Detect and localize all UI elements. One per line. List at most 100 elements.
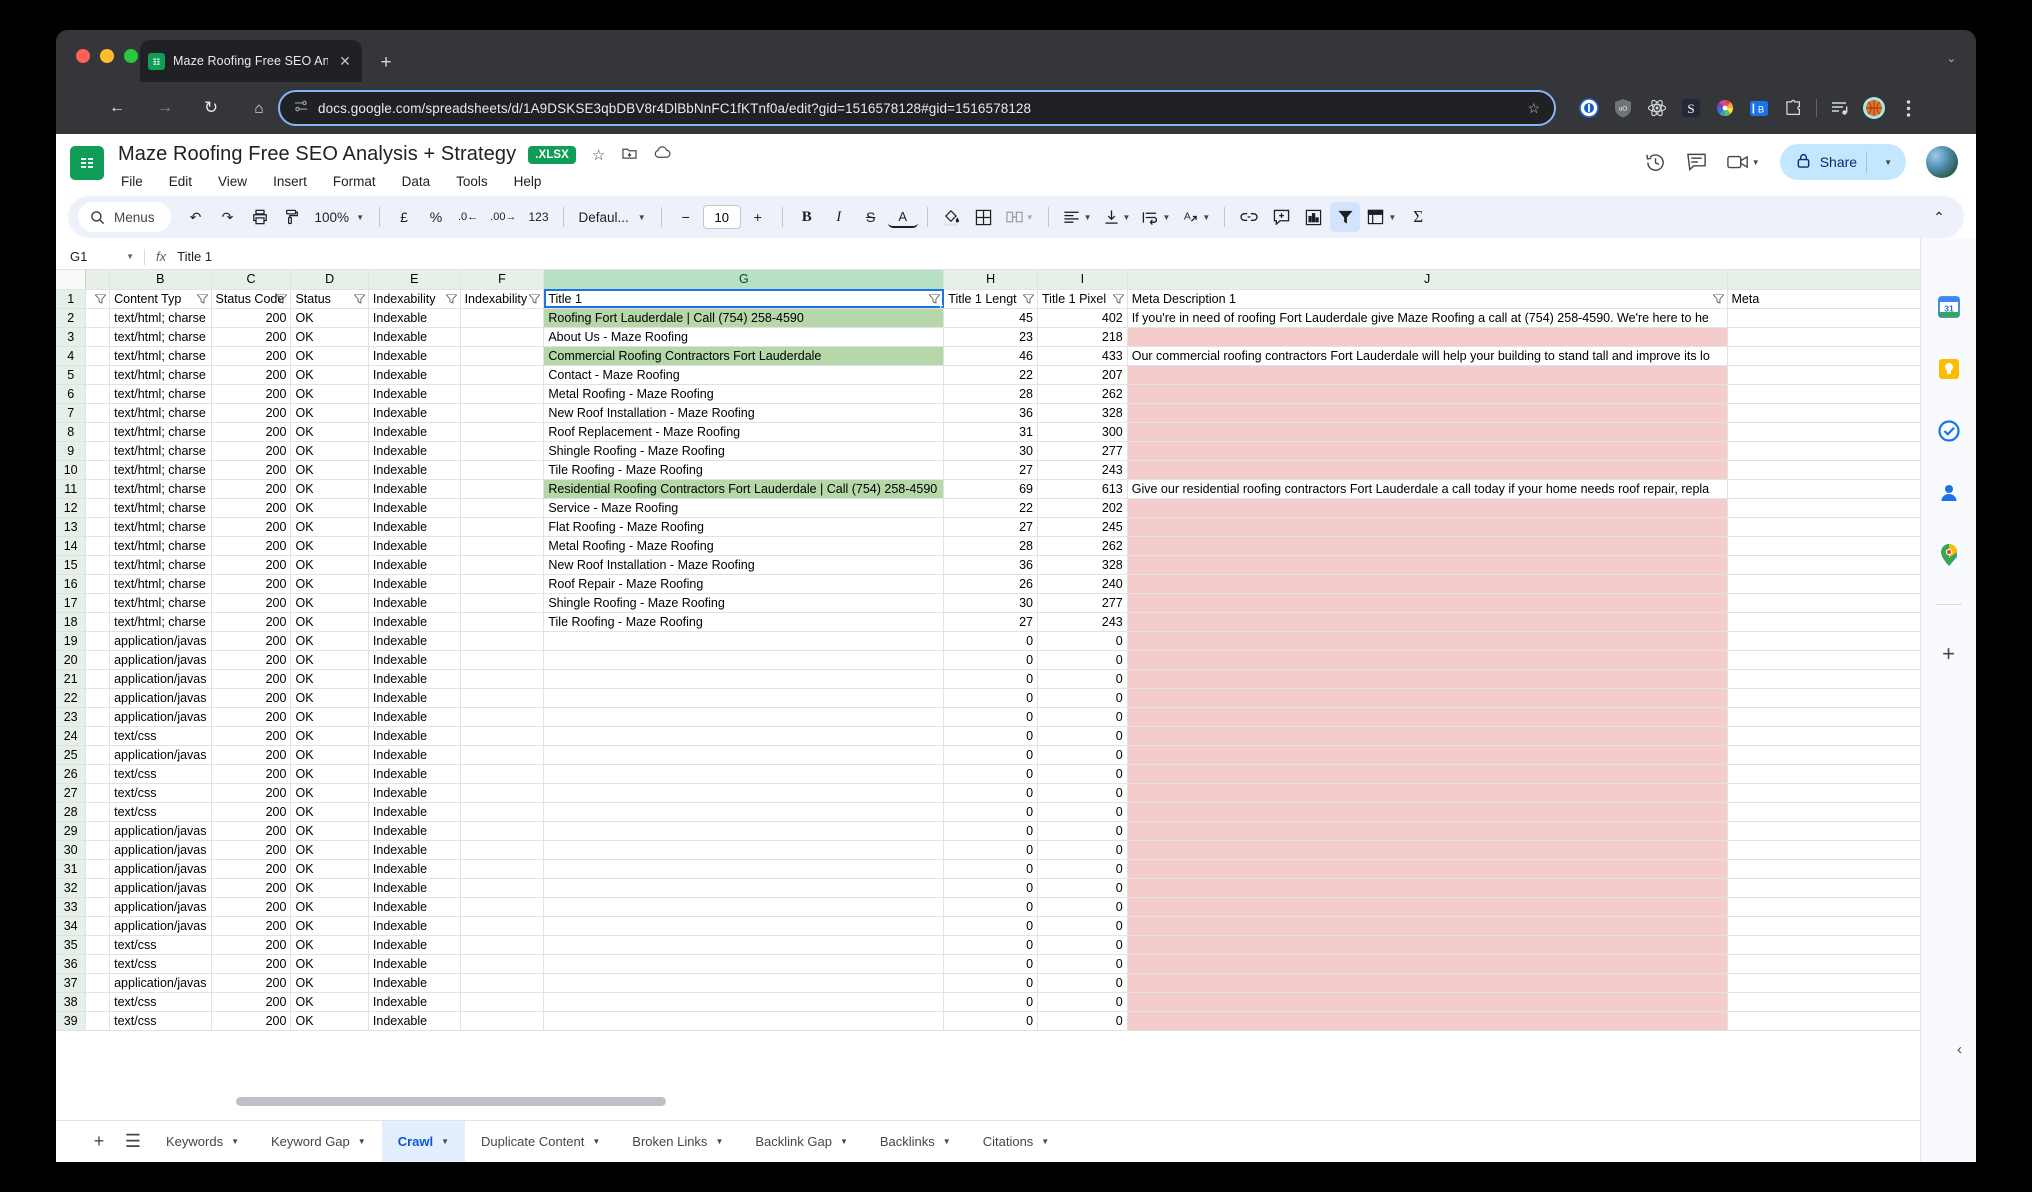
cell-status[interactable]: OK — [290, 308, 369, 328]
cell-indexability[interactable]: Indexable — [368, 479, 461, 499]
cell-status[interactable]: OK — [290, 802, 369, 822]
row-header[interactable]: 27 — [56, 783, 87, 803]
cell-indexability-status[interactable] — [460, 555, 545, 575]
cell-status-code[interactable]: 200 — [211, 365, 292, 385]
cell-a[interactable] — [85, 308, 111, 328]
cell-status-code[interactable]: 200 — [211, 517, 292, 537]
cell-status[interactable]: OK — [290, 460, 369, 480]
cell-indexability-status[interactable] — [460, 308, 545, 328]
cell-status-code[interactable]: 200 — [211, 536, 292, 556]
halign-chevron-down-icon[interactable]: ▼ — [1084, 213, 1092, 222]
cell-meta-description[interactable] — [1127, 669, 1728, 689]
cell-title-length[interactable]: 26 — [943, 574, 1039, 594]
cell-title-pixel[interactable]: 0 — [1037, 764, 1128, 784]
sheet-tab-citations[interactable]: Citations ▼ — [967, 1121, 1066, 1163]
cell-meta-description[interactable] — [1127, 384, 1728, 404]
cell-a[interactable] — [85, 783, 111, 803]
cell-a[interactable] — [85, 821, 111, 841]
row-header[interactable]: 37 — [56, 973, 87, 993]
cell-indexability[interactable]: Indexable — [368, 441, 461, 461]
google-tasks-icon[interactable] — [1936, 418, 1962, 444]
cell-a[interactable] — [85, 536, 111, 556]
cell-indexability-status[interactable] — [460, 783, 545, 803]
move-to-folder-icon[interactable] — [622, 146, 638, 164]
cell-indexability-status[interactable] — [460, 612, 545, 632]
cell-title-pixel[interactable]: 0 — [1037, 783, 1128, 803]
cell-title-pixel[interactable]: 0 — [1037, 631, 1128, 651]
cell-content-type[interactable]: text/css — [109, 783, 212, 803]
cell-title-length[interactable]: 0 — [943, 688, 1039, 708]
bitly-icon[interactable]: B — [1742, 91, 1776, 125]
cell-content-type[interactable]: text/html; charse — [109, 384, 212, 404]
cell-title-pixel[interactable]: 0 — [1037, 954, 1128, 974]
cell-title-length[interactable]: 45 — [943, 308, 1039, 328]
cell-title-length[interactable]: 0 — [943, 897, 1039, 917]
cell-indexability[interactable]: Indexable — [368, 821, 461, 841]
cell-indexability-status[interactable] — [460, 897, 545, 917]
header-cell-title-length[interactable]: Title 1 Lengt — [943, 289, 1039, 309]
cell-status-code[interactable]: 200 — [211, 327, 292, 347]
table-row[interactable]: 23 application/javas 200 OK Indexable 0 0 — [56, 707, 1976, 727]
cell-title-1[interactable]: Contact - Maze Roofing — [543, 365, 945, 385]
cell-a[interactable] — [85, 631, 111, 651]
cell-content-type[interactable]: text/css — [109, 726, 212, 746]
cell-title-length[interactable]: 0 — [943, 707, 1039, 727]
cell-title-length[interactable]: 30 — [943, 593, 1039, 613]
cell-status-code[interactable]: 200 — [211, 650, 292, 670]
cell-title-1[interactable]: Metal Roofing - Maze Roofing — [543, 384, 945, 404]
cell-indexability[interactable]: Indexable — [368, 631, 461, 651]
puzzle-extensions-icon[interactable] — [1776, 91, 1810, 125]
cell-title-pixel[interactable]: 0 — [1037, 973, 1128, 993]
row-header[interactable]: 23 — [56, 707, 87, 727]
menu-view[interactable]: View — [215, 172, 250, 191]
cell-indexability-status[interactable] — [460, 460, 545, 480]
add-sheet-button[interactable]: + — [82, 1125, 116, 1159]
column-header-e[interactable]: E — [368, 270, 461, 290]
cell-indexability-status[interactable] — [460, 935, 545, 955]
cell-status[interactable]: OK — [290, 384, 369, 404]
cell-status-code[interactable]: 200 — [211, 688, 292, 708]
cell-title-length[interactable]: 28 — [943, 384, 1039, 404]
paint-format-button[interactable] — [277, 202, 307, 232]
cell-status[interactable]: OK — [290, 783, 369, 803]
row-header[interactable]: 3 — [56, 327, 87, 347]
sheet-tab-backlinks[interactable]: Backlinks ▼ — [864, 1121, 967, 1163]
row-header[interactable]: 32 — [56, 878, 87, 898]
cell-content-type[interactable]: application/javas — [109, 821, 212, 841]
table-row[interactable]: 2 text/html; charse 200 OK Indexable Roofing … — [56, 308, 1976, 328]
cell-indexability-status[interactable] — [460, 403, 545, 423]
cell-meta-description[interactable] — [1127, 422, 1728, 442]
cell-meta-description[interactable] — [1127, 365, 1728, 385]
cell-meta-description[interactable] — [1127, 1011, 1728, 1031]
cell-indexability[interactable]: Indexable — [368, 308, 461, 328]
column-header-f[interactable]: F — [460, 270, 545, 290]
cell-status[interactable]: OK — [290, 840, 369, 860]
table-row[interactable]: 14 text/html; charse 200 OK Indexable Metal R… — [56, 536, 1976, 556]
cell-title-1[interactable] — [543, 821, 945, 841]
cell-a[interactable] — [85, 707, 111, 727]
cell-indexability[interactable]: Indexable — [368, 973, 461, 993]
cell-indexability-status[interactable] — [460, 574, 545, 594]
cell-status[interactable]: OK — [290, 707, 369, 727]
cell-title-1[interactable]: Residential Roofing Contractors Fort Lau… — [543, 479, 945, 499]
cell-title-length[interactable]: 0 — [943, 726, 1039, 746]
increase-decimal-button[interactable]: .00→ — [485, 202, 521, 232]
row-header[interactable]: 7 — [56, 403, 87, 423]
google-keep-icon[interactable] — [1936, 356, 1962, 382]
meet-icon[interactable]: ▼ — [1727, 154, 1760, 170]
cell-title-length[interactable]: 0 — [943, 954, 1039, 974]
cell-title-1[interactable] — [543, 669, 945, 689]
cell-title-pixel[interactable]: 0 — [1037, 745, 1128, 765]
cell-title-pixel[interactable]: 207 — [1037, 365, 1128, 385]
cell-title-length[interactable]: 0 — [943, 745, 1039, 765]
cell-a[interactable] — [85, 897, 111, 917]
cell-title-pixel[interactable]: 262 — [1037, 536, 1128, 556]
version-history-icon[interactable] — [1645, 152, 1666, 173]
cell-meta-description[interactable] — [1127, 840, 1728, 860]
table-row[interactable]: 3 text/html; charse 200 OK Indexable About Us… — [56, 327, 1976, 347]
cell-status[interactable]: OK — [290, 517, 369, 537]
cell-title-1[interactable]: Roofing Fort Lauderdale | Call (754) 258… — [543, 308, 945, 328]
cell-indexability[interactable]: Indexable — [368, 859, 461, 879]
search-menus-button[interactable]: Menus — [78, 202, 171, 232]
cell-content-type[interactable]: application/javas — [109, 878, 212, 898]
